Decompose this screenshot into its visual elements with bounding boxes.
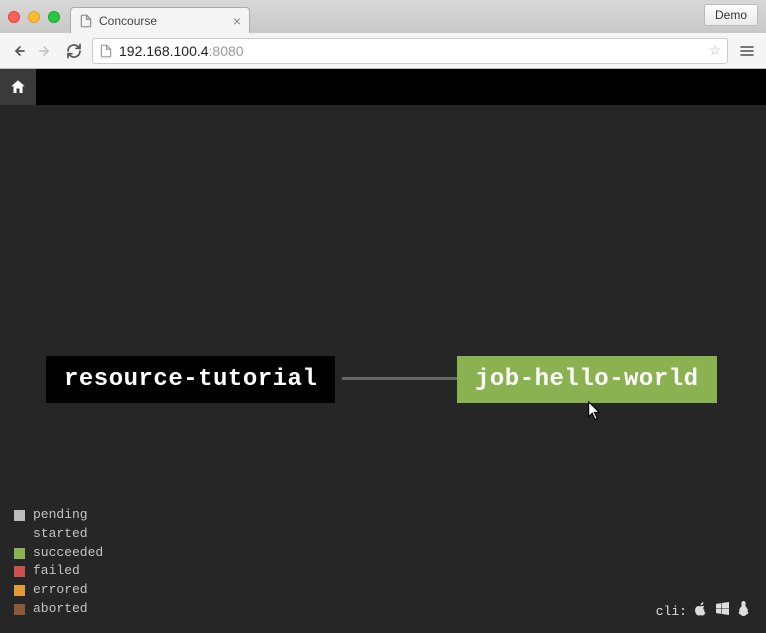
legend-item-aborted: aborted bbox=[14, 600, 103, 619]
legend-label: succeeded bbox=[33, 544, 103, 563]
address-text: 192.168.100.4:8080 bbox=[119, 43, 702, 59]
zoom-window-button[interactable] bbox=[48, 11, 60, 23]
legend-label: errored bbox=[33, 581, 88, 600]
linux-icon[interactable] bbox=[737, 601, 750, 621]
resource-node[interactable]: resource-tutorial bbox=[46, 356, 335, 403]
address-bar[interactable]: 192.168.100.4:8080 ☆ bbox=[92, 38, 728, 64]
job-node[interactable]: job-hello-world bbox=[457, 356, 717, 403]
legend-label: started bbox=[33, 525, 88, 544]
home-icon bbox=[9, 78, 27, 96]
legend-label: aborted bbox=[33, 600, 88, 619]
concourse-page: resource-tutorial job-hello-world pendin… bbox=[0, 69, 766, 633]
legend-item-failed: failed bbox=[14, 562, 103, 581]
reload-button[interactable] bbox=[64, 41, 84, 61]
legend-item-errored: errored bbox=[14, 581, 103, 600]
home-button[interactable] bbox=[0, 69, 36, 105]
swatch-succeeded bbox=[14, 548, 25, 559]
windows-icon[interactable] bbox=[716, 602, 729, 620]
legend-item-pending: pending bbox=[14, 506, 103, 525]
swatch-started bbox=[14, 529, 25, 540]
cli-label: cli: bbox=[656, 604, 687, 619]
mouse-cursor-icon bbox=[588, 401, 602, 421]
legend-item-succeeded: succeeded bbox=[14, 544, 103, 563]
back-button[interactable] bbox=[8, 41, 28, 61]
close-tab-icon[interactable]: × bbox=[233, 13, 241, 29]
pipeline-connector bbox=[342, 377, 457, 380]
address-port: :8080 bbox=[209, 43, 244, 59]
swatch-aborted bbox=[14, 604, 25, 615]
window-controls bbox=[8, 11, 60, 23]
forward-button[interactable] bbox=[36, 41, 56, 61]
page-icon bbox=[99, 44, 113, 58]
swatch-failed bbox=[14, 566, 25, 577]
cli-download-links: cli: bbox=[656, 601, 750, 621]
pipeline-canvas[interactable]: resource-tutorial job-hello-world pendin… bbox=[0, 105, 766, 633]
concourse-topbar bbox=[0, 69, 766, 105]
legend-label: pending bbox=[33, 506, 88, 525]
status-legend: pending started succeeded failed errored… bbox=[14, 506, 103, 619]
bookmark-star-icon[interactable]: ☆ bbox=[708, 42, 721, 59]
apple-icon[interactable] bbox=[695, 601, 708, 621]
favicon-icon bbox=[79, 14, 93, 28]
legend-item-started: started bbox=[14, 525, 103, 544]
address-host: 192.168.100.4 bbox=[119, 43, 209, 59]
demo-button[interactable]: Demo bbox=[704, 4, 758, 26]
swatch-pending bbox=[14, 510, 25, 521]
legend-label: failed bbox=[33, 562, 80, 581]
browser-tab[interactable]: Concourse × bbox=[70, 7, 250, 33]
browser-tab-bar: Concourse × Demo bbox=[0, 0, 766, 33]
minimize-window-button[interactable] bbox=[28, 11, 40, 23]
close-window-button[interactable] bbox=[8, 11, 20, 23]
swatch-errored bbox=[14, 585, 25, 596]
browser-toolbar: 192.168.100.4:8080 ☆ bbox=[0, 33, 766, 69]
tab-title: Concourse bbox=[99, 14, 157, 28]
browser-menu-button[interactable] bbox=[736, 40, 758, 62]
